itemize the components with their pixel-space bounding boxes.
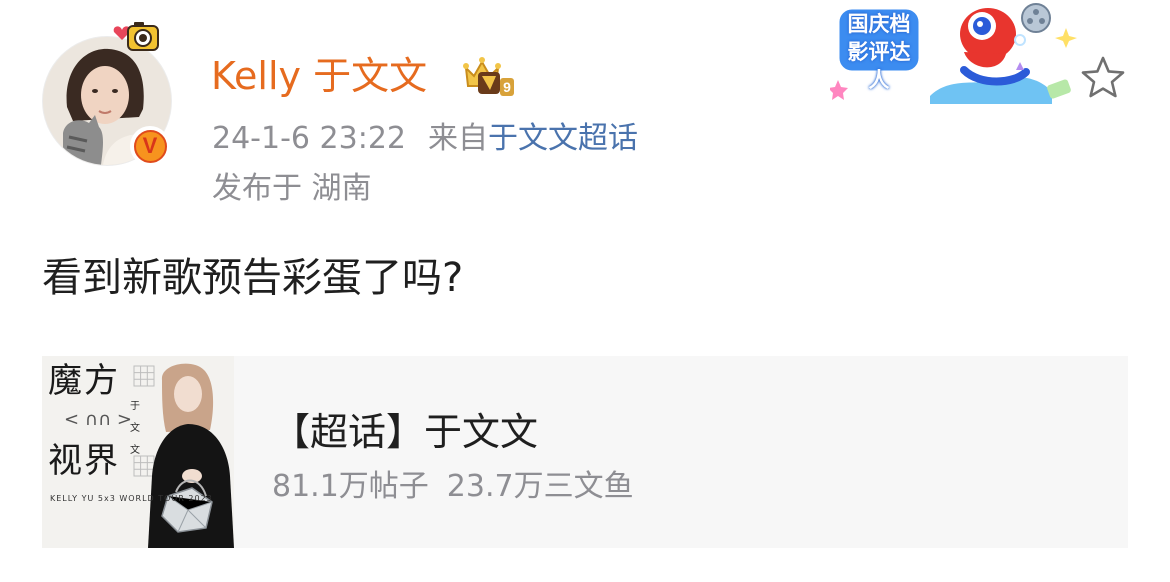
sticker-line-2: 影评达人 <box>847 40 911 92</box>
posts-count: 81.1万帖子 <box>272 469 429 504</box>
thumbnail-tour: KELLY YU 5x3 WORLD TOUR 2023 <box>50 494 213 503</box>
vip-crown-icon[interactable]: 9 <box>460 54 516 100</box>
verified-badge-icon: V <box>130 126 170 166</box>
source-link[interactable]: 于文文超话 <box>488 121 638 156</box>
post-content: 看到新歌预告彩蛋了吗? <box>42 255 464 301</box>
fans-count: 23.7万三文鱼 <box>446 469 634 504</box>
member-level: 9 <box>503 79 511 95</box>
supertopic-title: 【超话】于文文 <box>272 410 539 454</box>
thumbnail-title-1: 魔方 <box>48 361 120 401</box>
thumbnail-title-2: 视界 <box>48 441 120 481</box>
camera-decoration-icon <box>113 22 159 51</box>
reviewer-sticker: 国庆档 影评达人 <box>828 0 1080 108</box>
source-prefix: 来自 <box>428 121 488 156</box>
supertopic-thumbnail: 魔方 < ∩∩ > 视界 于文文 KELLY YU 5x3 WORLD TOUR… <box>42 356 234 548</box>
sticker-line-1: 国庆档 <box>847 12 911 36</box>
thumbnail-brackets: < ∩∩ > <box>64 409 132 430</box>
thumbnail-side-text: 于文文 <box>130 401 140 456</box>
supertopic-card[interactable]: 魔方 < ∩∩ > 视界 于文文 KELLY YU 5x3 WORLD TOUR… <box>42 356 1128 548</box>
author-name[interactable]: Kelly 于文文 <box>211 50 427 102</box>
supertopic-stats: 81.1万帖子 23.7万三文鱼 <box>272 466 634 508</box>
post-meta: 24-1-6 23:22 来自于文文超话 <box>212 118 638 160</box>
post-location: 发布于 湖南 <box>212 171 372 206</box>
star-icon[interactable] <box>1078 54 1128 102</box>
post-timestamp: 24-1-6 23:22 <box>212 121 406 156</box>
